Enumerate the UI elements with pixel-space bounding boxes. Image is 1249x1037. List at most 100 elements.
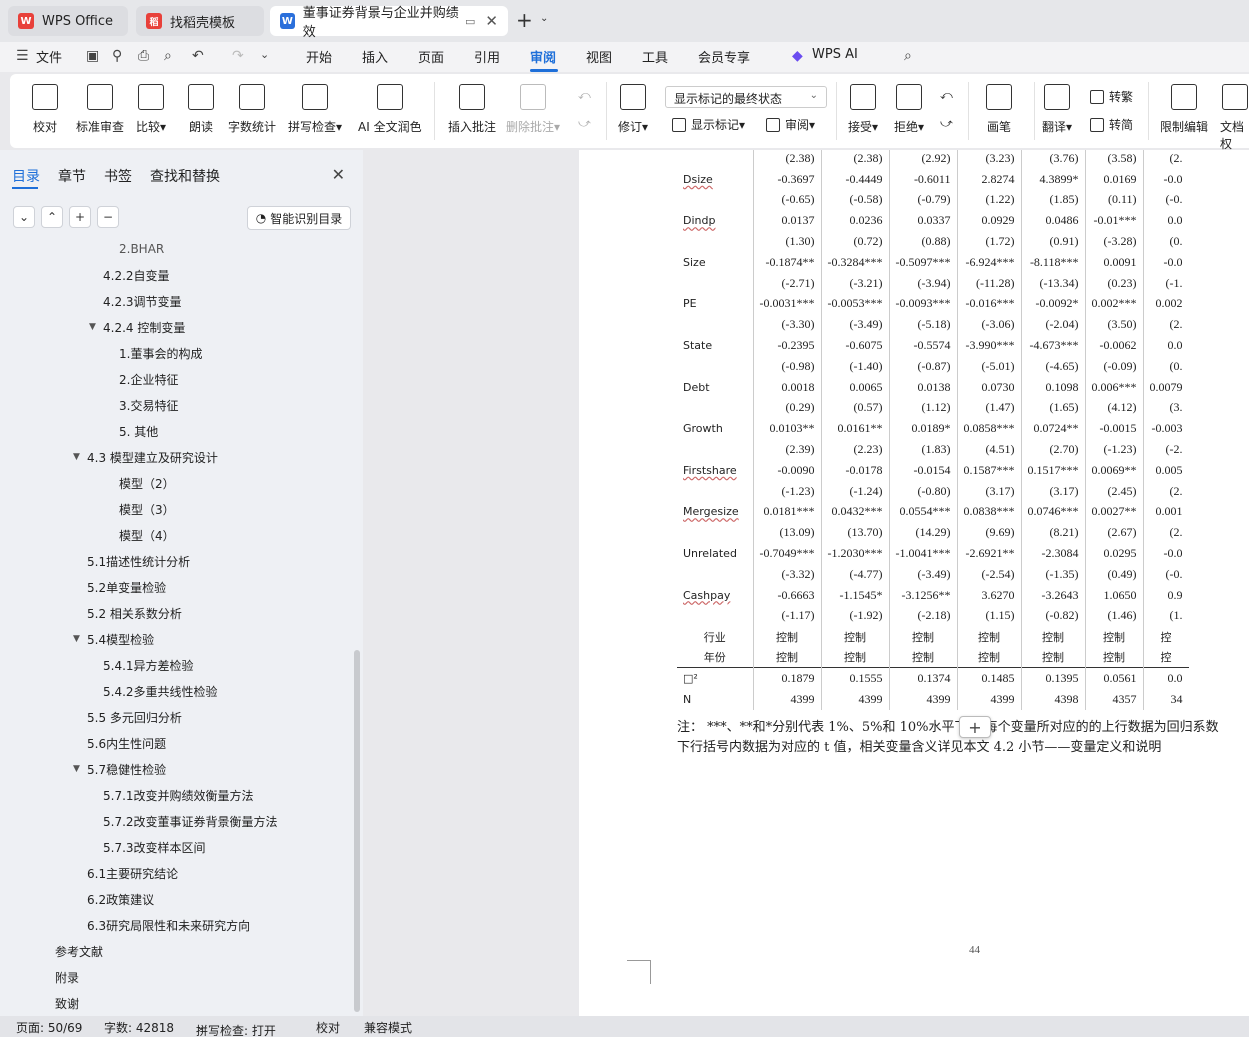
reject-button[interactable]: 拒绝▾ xyxy=(894,84,924,135)
print-preview-icon[interactable]: ⌕ xyxy=(164,48,180,64)
redo-icon[interactable]: ↷ xyxy=(232,48,248,64)
toc-item[interactable]: 5. 其他 xyxy=(119,423,158,440)
toc-item[interactable]: 5.7稳健性检验 xyxy=(87,761,166,778)
new-tab-icon[interactable]: + xyxy=(516,8,533,32)
menu-view[interactable]: 视图 xyxy=(586,47,612,66)
close-icon[interactable]: ✕ xyxy=(332,165,345,184)
menu-references[interactable]: 引用 xyxy=(474,47,500,66)
word-count-button[interactable]: 字数统计 xyxy=(228,84,276,135)
to-simplified-button[interactable]: 转简 xyxy=(1090,116,1133,133)
toc-item[interactable]: 致谢 xyxy=(55,995,79,1012)
add-level-button[interactable]: + xyxy=(69,206,91,228)
share-icon[interactable]: ⚲ xyxy=(112,48,128,64)
toc-item[interactable]: 模型（3） xyxy=(119,501,175,518)
remove-level-button[interactable]: − xyxy=(97,206,119,228)
standard-review-button[interactable]: 标准审查 xyxy=(76,84,124,135)
menu-wps-ai[interactable]: WPS AI xyxy=(812,47,858,62)
search-icon[interactable]: ⌕ xyxy=(904,48,920,64)
toc-item[interactable]: 4.2.2自变量 xyxy=(103,267,170,284)
review-pane-button[interactable]: 审阅 ▾ xyxy=(766,116,815,133)
expand-down-button[interactable]: ⌄ xyxy=(13,206,35,228)
menu-file[interactable]: 文件 xyxy=(36,47,62,66)
tab-find-replace[interactable]: 查找和替换 xyxy=(150,166,220,186)
to-traditional-button[interactable]: 转繁 xyxy=(1090,88,1133,105)
proofread-button[interactable]: 校对 xyxy=(32,84,58,135)
toc-item[interactable]: 4.3 模型建立及研究设计 xyxy=(87,449,218,466)
collapse-arrow-icon[interactable]: ▼ xyxy=(89,322,96,332)
compare-button[interactable]: 比较▾ xyxy=(136,84,166,135)
toc-item[interactable]: 5.2单变量检验 xyxy=(87,579,166,596)
menu-review[interactable]: 审阅 xyxy=(530,47,556,66)
toc-item[interactable]: 4.2.4 控制变量 xyxy=(103,319,185,336)
menu-page[interactable]: 页面 xyxy=(418,47,444,66)
restrict-edit-button[interactable]: 限制编辑 xyxy=(1160,84,1208,135)
toc-item[interactable]: 2.BHAR xyxy=(119,242,164,256)
toc-item[interactable]: 6.2政策建议 xyxy=(87,891,154,908)
toc-item[interactable]: 1.董事会的构成 xyxy=(119,345,202,362)
tab-chapters[interactable]: 章节 xyxy=(58,166,86,186)
toc-item[interactable]: 附录 xyxy=(55,969,79,986)
markup-state-select[interactable]: 显示标记的最终状态 ⌄ xyxy=(665,86,827,108)
delete-comment-button[interactable]: 删除批注▾ xyxy=(506,84,560,135)
toc-item[interactable]: 3.交易特征 xyxy=(119,397,178,414)
toc-item[interactable]: 5.7.3改变样本区间 xyxy=(103,839,206,856)
page-indicator[interactable]: 页面: 50/69 xyxy=(16,1019,82,1036)
save-icon[interactable]: ▣ xyxy=(86,48,102,64)
menu-tools[interactable]: 工具 xyxy=(642,47,668,66)
menu-insert[interactable]: 插入 xyxy=(362,47,388,66)
accept-button[interactable]: 接受▾ xyxy=(848,84,878,135)
next-comment-icon[interactable]: ⤻ xyxy=(578,116,591,131)
pen-button[interactable]: 画笔 xyxy=(986,84,1012,135)
print-icon[interactable]: ⎙ xyxy=(138,48,154,64)
smart-toc-button[interactable]: ◔ 智能识别目录 xyxy=(247,206,351,230)
prev-comment-icon[interactable]: ⤺ xyxy=(578,88,591,103)
toc-item[interactable]: 5.5 多元回归分析 xyxy=(87,709,182,726)
monitor-icon[interactable]: ▭ xyxy=(465,15,475,28)
add-row-button[interactable]: + xyxy=(959,716,991,738)
spell-check-status[interactable]: 拼写检查: 打开 ⌄ xyxy=(196,1019,276,1037)
ai-polish-button[interactable]: AI 全文润色 xyxy=(358,84,422,135)
translate-button[interactable]: 翻译▾ xyxy=(1042,84,1072,135)
prev-change-icon[interactable]: ⤺ xyxy=(940,88,953,103)
toc-item[interactable]: 5.4.1异方差检验 xyxy=(103,657,194,674)
read-aloud-button[interactable]: 朗读 xyxy=(188,84,214,135)
tab-toc[interactable]: 目录 xyxy=(12,166,40,186)
menu-home[interactable]: 开始 xyxy=(306,47,332,66)
close-icon[interactable]: ✕ xyxy=(485,12,498,30)
toc-item[interactable]: 5.7.1改变并购绩效衡量方法 xyxy=(103,787,254,804)
proofread-status[interactable]: 校对 xyxy=(316,1019,340,1036)
toc-item[interactable]: 5.4.2多重共线性检验 xyxy=(103,683,218,700)
tab-template[interactable]: 稻 找稻壳模板 xyxy=(136,6,264,36)
doc-rights-button[interactable]: 文档权 xyxy=(1220,84,1249,152)
collapse-arrow-icon[interactable]: ▼ xyxy=(73,634,80,644)
track-changes-button[interactable]: 修订▾ xyxy=(618,84,648,135)
word-count[interactable]: 字数: 42818 xyxy=(104,1019,174,1036)
collapse-arrow-icon[interactable]: ▼ xyxy=(73,452,80,462)
toc-item[interactable]: 5.6内生性问题 xyxy=(87,735,166,752)
toc-scrollbar[interactable] xyxy=(354,650,360,1012)
toc-item[interactable]: 5.7.2改变董事证券背景衡量方法 xyxy=(103,813,278,830)
menu-membership[interactable]: 会员专享 xyxy=(698,47,750,66)
tab-document[interactable]: W 董事证券背景与企业并购绩效 ▭ ✕ xyxy=(270,6,508,40)
toc-item[interactable]: 4.2.3调节变量 xyxy=(103,293,182,310)
collapse-up-button[interactable]: ⌃ xyxy=(41,206,63,228)
toc-item[interactable]: 2.企业特征 xyxy=(119,371,178,388)
undo-icon[interactable]: ↶ xyxy=(192,48,208,64)
next-change-icon[interactable]: ⤻ xyxy=(940,116,953,131)
toc-item[interactable]: 5.1描述性统计分析 xyxy=(87,553,190,570)
spell-check-button[interactable]: 拼写检查▾ xyxy=(288,84,342,135)
toc-item[interactable]: 模型（2） xyxy=(119,475,175,492)
toc-item[interactable]: 模型（4） xyxy=(119,527,175,544)
show-markup-button[interactable]: 显示标记 ▾ xyxy=(672,116,745,133)
insert-comment-button[interactable]: 插入批注 xyxy=(448,84,496,135)
chevron-down-icon[interactable]: ⌄ xyxy=(260,48,276,64)
toc-item[interactable]: 6.3研究局限性和未来研究方向 xyxy=(87,917,250,934)
collapse-arrow-icon[interactable]: ▼ xyxy=(73,764,80,774)
toc-item[interactable]: 参考文献 xyxy=(55,943,103,960)
toc-item[interactable]: 5.2 相关系数分析 xyxy=(87,605,182,622)
hamburger-icon[interactable]: ☰ xyxy=(16,48,32,64)
toc-item[interactable]: 6.1主要研究结论 xyxy=(87,865,178,882)
tab-bookmarks[interactable]: 书签 xyxy=(104,166,132,186)
chevron-down-icon[interactable]: ⌄ xyxy=(540,13,548,24)
tab-wps-office[interactable]: W WPS Office xyxy=(8,6,128,36)
